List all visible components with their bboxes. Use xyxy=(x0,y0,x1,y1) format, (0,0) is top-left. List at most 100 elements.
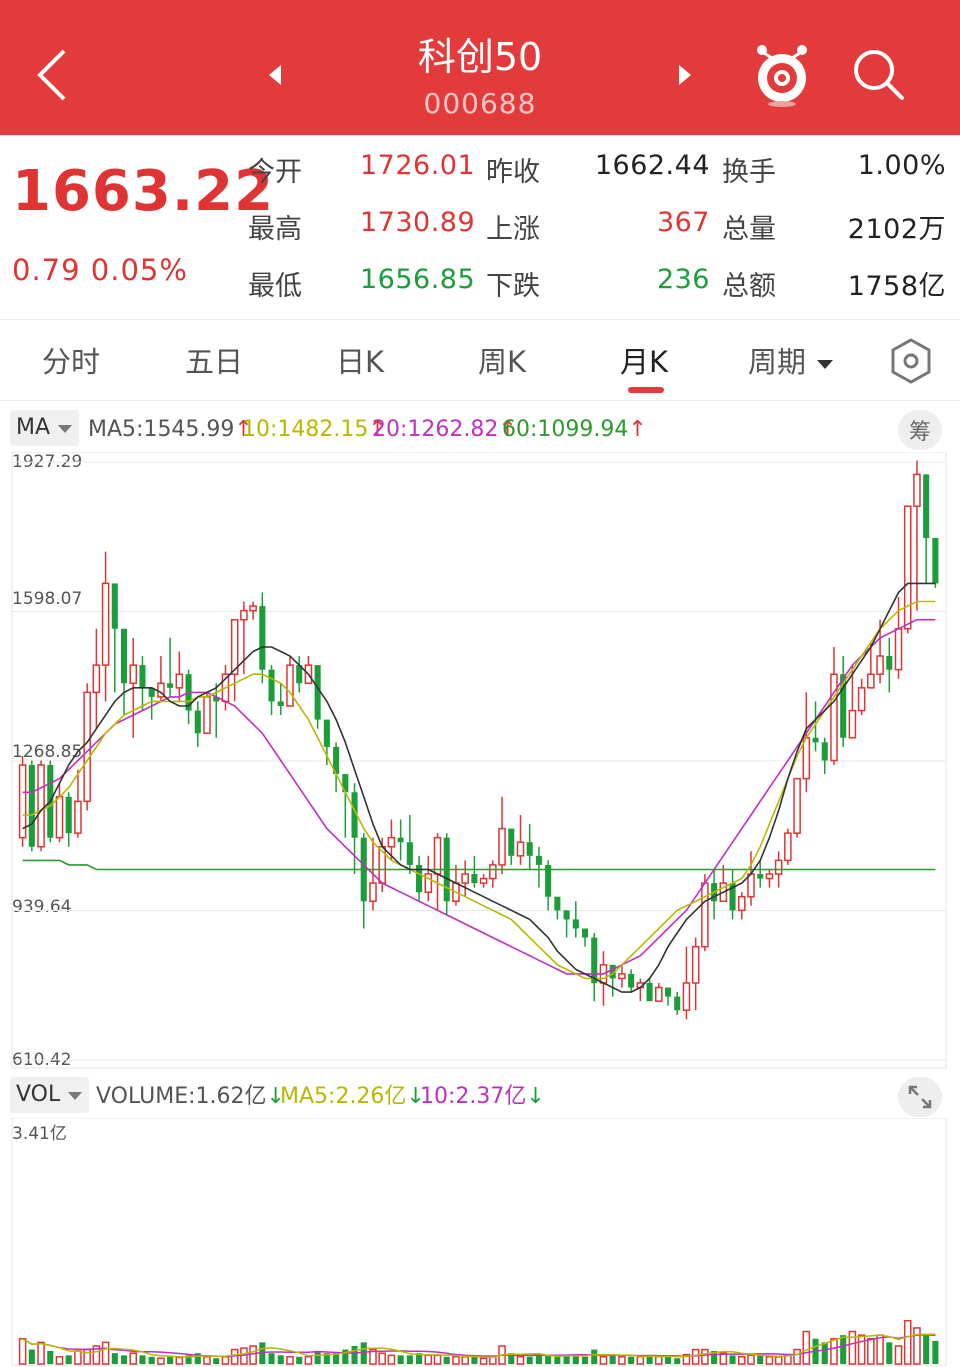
volume-bar-down xyxy=(351,1345,358,1364)
volume-bar-up xyxy=(876,1334,884,1365)
tab-daily-k[interactable]: 日K xyxy=(336,339,384,381)
chip-distribution-button[interactable]: 筹 xyxy=(898,410,942,450)
volume-bar-up xyxy=(55,1356,64,1365)
quote-value: 1.00% xyxy=(857,150,946,181)
candle-up xyxy=(74,800,82,834)
candlestick-chart[interactable] xyxy=(0,452,960,1072)
tab-weekly-k[interactable]: 周K xyxy=(478,339,526,381)
volume-bar-down xyxy=(397,1355,404,1364)
volume-bar-down xyxy=(886,1342,893,1364)
volume-bar-down xyxy=(65,1355,72,1364)
down-arrow-icon: ↓ xyxy=(526,1084,545,1109)
volume-bar-up xyxy=(304,1356,313,1365)
dropdown-caret-icon xyxy=(817,360,834,369)
page-title: 科创50 xyxy=(417,35,543,79)
volume-bar-up xyxy=(433,1354,442,1365)
next-index-button[interactable] xyxy=(668,55,702,95)
volume-bar-down xyxy=(729,1355,736,1364)
candle-up xyxy=(498,827,506,866)
volume-bar-down xyxy=(554,1356,561,1364)
search-icon xyxy=(854,50,904,100)
ma60-value: 60:1099.94 xyxy=(502,417,629,442)
volume-bar-up xyxy=(479,1357,488,1365)
candle-up xyxy=(175,673,184,689)
candle-down xyxy=(277,701,284,706)
mascot-button[interactable] xyxy=(750,40,814,110)
ma-legend-row: MA MA5:1545.99↑ 10:1482.15↑ 20:1262.82↑ … xyxy=(0,410,960,450)
candle-down xyxy=(508,828,515,856)
vol-ma10-legend: 10:2.37亿↓ xyxy=(420,1081,545,1113)
candle-up xyxy=(737,895,746,912)
candle-down xyxy=(581,928,589,938)
candle-down xyxy=(646,982,653,1002)
candle-down xyxy=(664,987,672,997)
tab-monthly-k[interactable]: 月K xyxy=(620,339,668,381)
volume-bar-up xyxy=(461,1356,469,1365)
candle-down xyxy=(526,842,533,856)
quote-label: 最低 xyxy=(248,271,302,302)
quote-value: 1758亿 xyxy=(847,271,946,302)
tab-intraday[interactable]: 分时 xyxy=(42,339,100,381)
volume-bar-down xyxy=(148,1356,155,1364)
ma10-value: 10:1482.15 xyxy=(242,417,369,442)
search-button[interactable] xyxy=(846,42,910,106)
tab-five-day[interactable]: 五日 xyxy=(185,339,243,381)
ma-indicator-select[interactable]: MA xyxy=(10,410,80,446)
volume-bar-up xyxy=(240,1347,248,1365)
volume-bar-down xyxy=(47,1351,54,1364)
volume-bar-up xyxy=(516,1356,525,1365)
quote-label: 换手 xyxy=(722,157,776,188)
ma5-legend: MA5:1545.99↑ xyxy=(88,414,253,446)
previous-index-button[interactable] xyxy=(258,55,292,95)
candle-down xyxy=(397,837,404,843)
candle-up xyxy=(83,691,91,803)
chart-settings-button[interactable] xyxy=(888,336,934,386)
ma20-legend: 20:1262.82↑ xyxy=(372,414,517,446)
volume-bar-up xyxy=(830,1338,838,1365)
volume-bar-up xyxy=(221,1356,230,1365)
title-block: 科创50 000688 xyxy=(330,30,630,124)
volume-bar-up xyxy=(387,1354,396,1365)
volume-bar-up xyxy=(18,1338,27,1365)
volume-bar-up xyxy=(737,1356,746,1365)
back-button[interactable] xyxy=(22,40,82,110)
candle-up xyxy=(618,973,626,980)
volume-bar-up xyxy=(101,1341,110,1365)
vol-ma5-legend: MA5:2.26亿↓ xyxy=(280,1081,425,1113)
volume-value: VOLUME:1.62亿 xyxy=(96,1084,267,1109)
volume-bar-up xyxy=(599,1356,608,1365)
volume-bar-down xyxy=(535,1355,542,1364)
quote-label: 最高 xyxy=(248,214,302,245)
volume-bar-up xyxy=(286,1356,294,1365)
candle-up xyxy=(92,664,101,694)
candle-down xyxy=(628,973,635,988)
volume-bar-up xyxy=(774,1356,783,1365)
volume-bar-down xyxy=(139,1355,146,1364)
vol-indicator-select[interactable]: VOL xyxy=(10,1077,90,1113)
volume-bar-down xyxy=(581,1356,589,1364)
header-bar: 科创50 000688 xyxy=(0,0,960,135)
expand-chart-button[interactable] xyxy=(898,1077,942,1117)
tab-period-dropdown[interactable]: 周期 xyxy=(748,339,835,381)
volume-bar-down xyxy=(277,1355,284,1364)
volume-bar-down xyxy=(120,1355,128,1364)
volume-bar-up xyxy=(636,1356,645,1365)
volume-bar-up xyxy=(903,1319,912,1365)
quote-row-2: 最高 1730.89 上涨 367 总量 2102万 xyxy=(0,207,960,247)
candle-down xyxy=(65,796,72,834)
volume-bar-up xyxy=(424,1354,433,1365)
back-chevron-icon xyxy=(37,49,66,101)
volume-bar-up xyxy=(913,1327,921,1365)
quote-row-1: 今开 1726.01 昨收 1662.44 换手 1.00% xyxy=(0,150,960,190)
candle-down xyxy=(406,842,413,865)
volume-chart[interactable] xyxy=(0,1118,960,1367)
candle-up xyxy=(894,628,903,671)
volume-bar-up xyxy=(37,1341,45,1365)
volume-bar-up xyxy=(793,1348,801,1365)
vol-ma5-value: MA5:2.26亿 xyxy=(280,1084,407,1109)
candle-up xyxy=(848,709,857,739)
tab-period-label: 周期 xyxy=(748,345,807,379)
candle-down xyxy=(923,474,930,538)
volume-bar-up xyxy=(157,1357,165,1365)
candle-up xyxy=(387,836,396,848)
